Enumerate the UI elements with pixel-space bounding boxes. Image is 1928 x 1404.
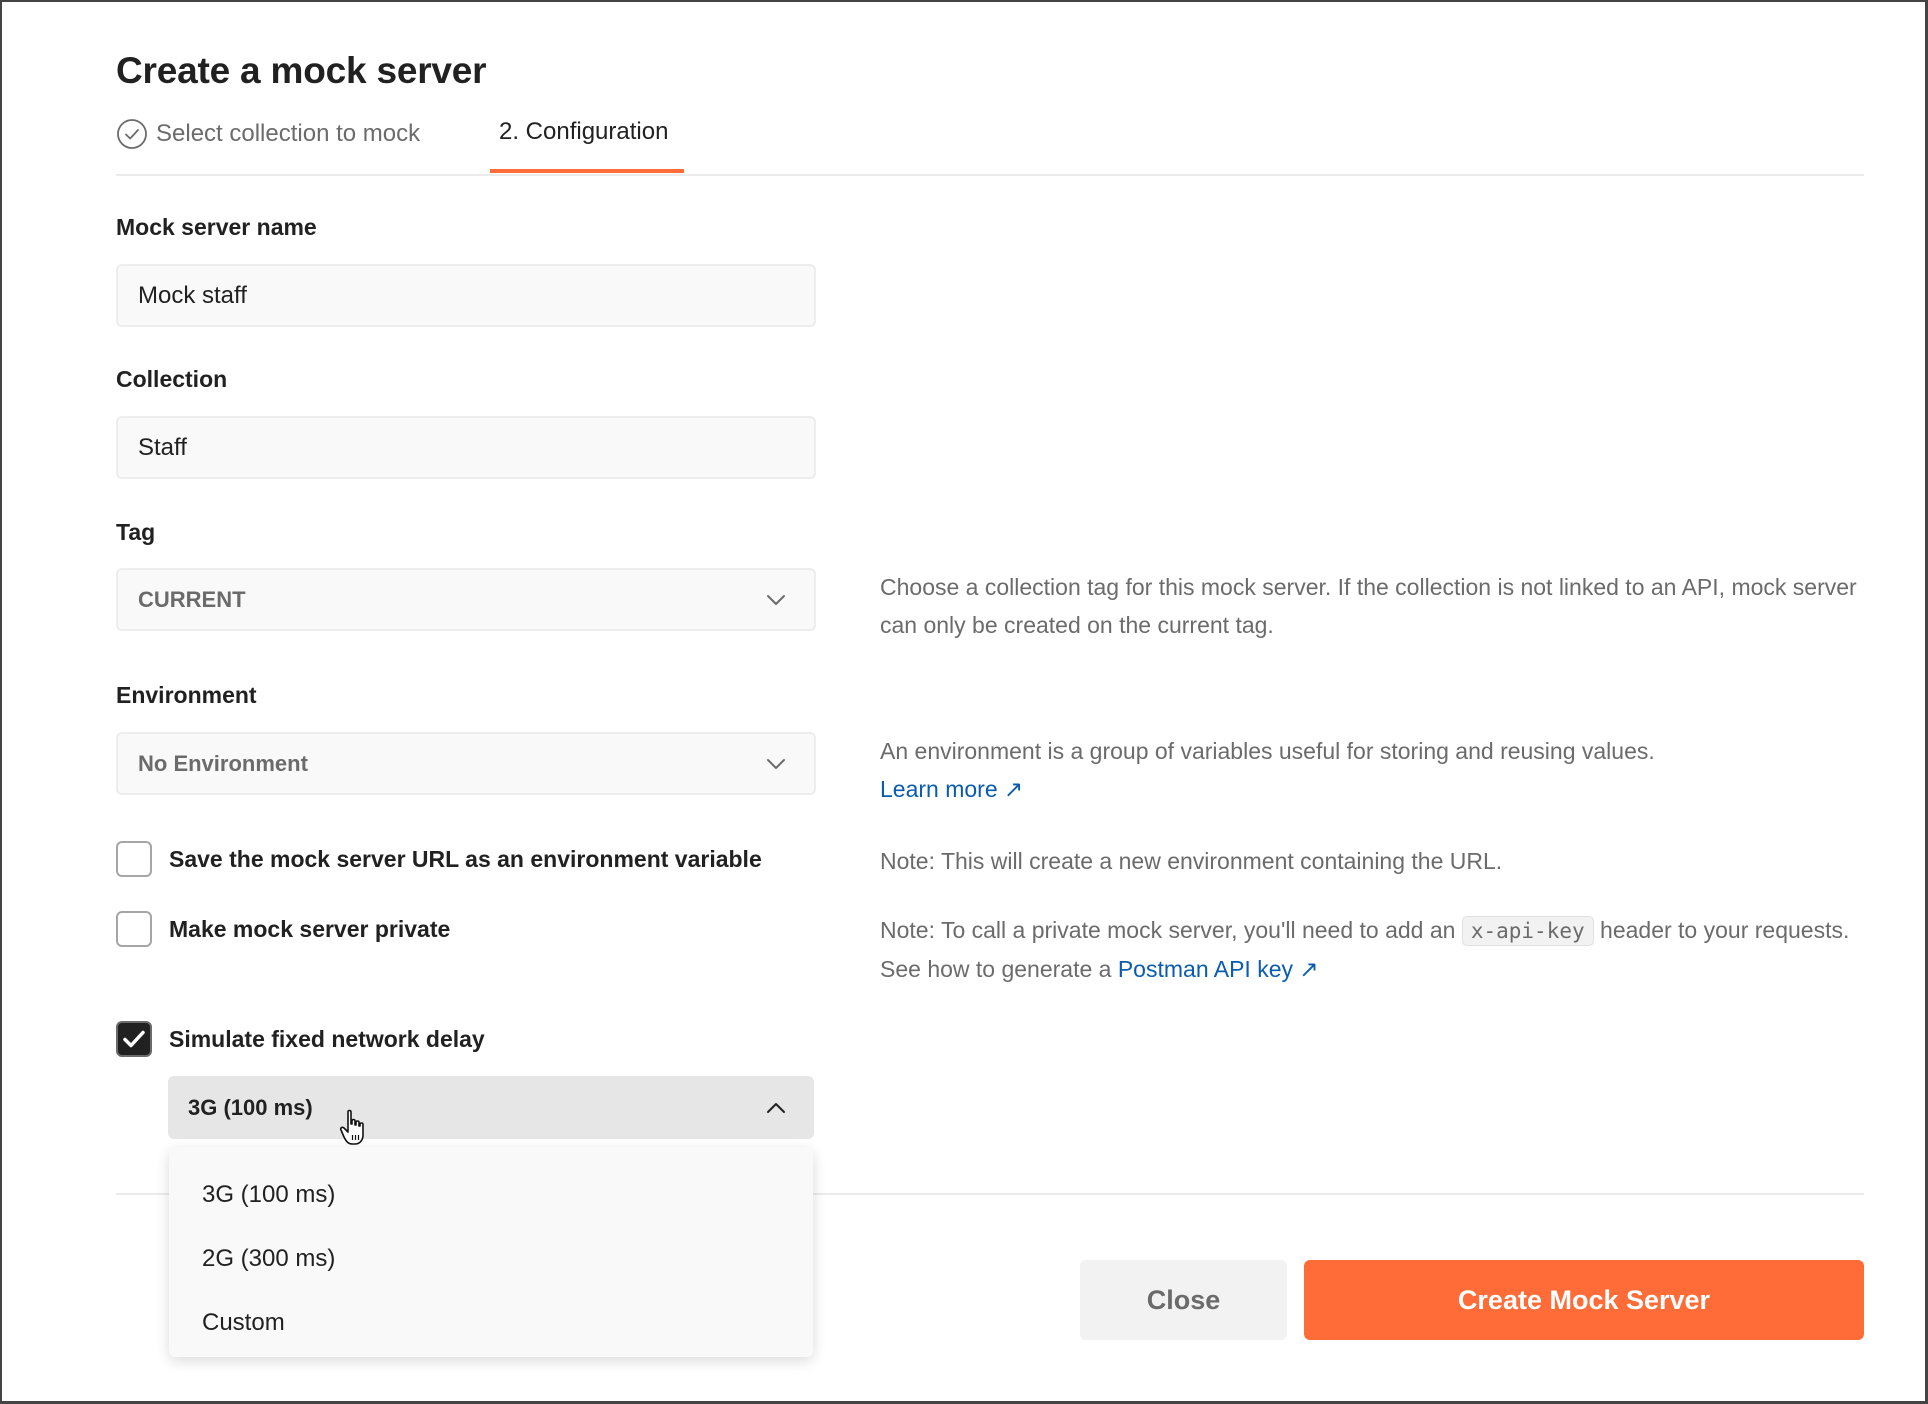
environment-selected-value: No Environment (138, 750, 308, 776)
postman-api-key-link[interactable]: Postman API key (1118, 956, 1293, 982)
environment-help: An environment is a group of variables u… (880, 732, 1880, 808)
private-checkbox-row[interactable]: Make mock server private (116, 911, 450, 947)
save-url-env-note: Note: This will create a new environment… (880, 848, 1503, 874)
save-url-env-checkbox[interactable] (116, 841, 152, 877)
external-link-icon: ↗ (1004, 776, 1024, 802)
dropdown-option-2g[interactable]: 2G (300 ms) (169, 1227, 813, 1291)
api-key-code: x-api-key (1461, 916, 1594, 946)
chevron-up-icon (767, 1102, 785, 1113)
private-note: Note: To call a private mock server, you… (880, 911, 1880, 988)
save-url-env-label: Save the mock server URL as an environme… (169, 845, 762, 872)
environment-help-text: An environment is a group of variables u… (880, 738, 1655, 764)
mock-server-name-value: Mock staff (138, 281, 247, 309)
close-button[interactable]: Close (1080, 1260, 1287, 1340)
mock-server-name-label: Mock server name (116, 214, 317, 240)
tag-selected-value: CURRENT (138, 586, 246, 612)
dropdown-option-3g[interactable]: 3G (100 ms) (169, 1163, 813, 1227)
dialog-title: Create a mock server (116, 50, 487, 91)
tag-label: Tag (116, 519, 156, 545)
tag-help-text: Choose a collection tag for this mock se… (880, 574, 1857, 638)
tag-select[interactable]: CURRENT (116, 568, 816, 631)
active-step-indicator (490, 169, 684, 173)
save-url-env-checkbox-row[interactable]: Save the mock server URL as an environme… (116, 841, 762, 877)
chevron-down-icon (767, 594, 785, 605)
checkmark-icon (123, 1030, 145, 1048)
create-mock-server-button[interactable]: Create Mock Server (1304, 1260, 1864, 1340)
create-mock-server-dialog: Create a mock server Select collection t… (0, 0, 1928, 1404)
step-label: Select collection to mock (156, 120, 421, 147)
network-delay-checkbox-row[interactable]: Simulate fixed network delay (116, 1021, 485, 1057)
mock-server-name-input[interactable]: Mock staff (116, 264, 816, 327)
network-delay-dropdown-menu: 3G (100 ms) 2G (300 ms) Custom (169, 1147, 813, 1357)
environment-label: Environment (116, 682, 257, 708)
step-configuration[interactable]: 2. Configuration (499, 118, 668, 146)
network-delay-selected-value: 3G (100 ms) (188, 1094, 313, 1120)
dropdown-option-custom[interactable]: Custom (169, 1291, 813, 1355)
private-note-prefix: Note: To call a private mock server, you… (880, 917, 1456, 943)
collection-label: Collection (116, 366, 228, 392)
learn-more-link[interactable]: Learn more ↗ (880, 770, 1880, 808)
step-label: 2. Configuration (499, 118, 669, 145)
collection-input[interactable]: Staff (116, 416, 816, 479)
check-circle-icon (117, 119, 147, 149)
private-checkbox[interactable] (116, 911, 152, 947)
steps-divider (116, 174, 1864, 176)
network-delay-select[interactable]: 3G (100 ms) (168, 1076, 814, 1139)
environment-select[interactable]: No Environment (116, 732, 816, 795)
step-select-collection[interactable]: Select collection to mock (116, 118, 420, 150)
chevron-down-icon (767, 758, 785, 769)
network-delay-label: Simulate fixed network delay (169, 1025, 485, 1052)
network-delay-checkbox[interactable] (116, 1021, 152, 1057)
collection-value: Staff (138, 433, 187, 461)
learn-more-label: Learn more (880, 776, 998, 802)
hand-pointer-cursor-icon (339, 1109, 364, 1145)
external-link-icon: ↗ (1299, 956, 1319, 982)
private-label: Make mock server private (169, 915, 451, 942)
